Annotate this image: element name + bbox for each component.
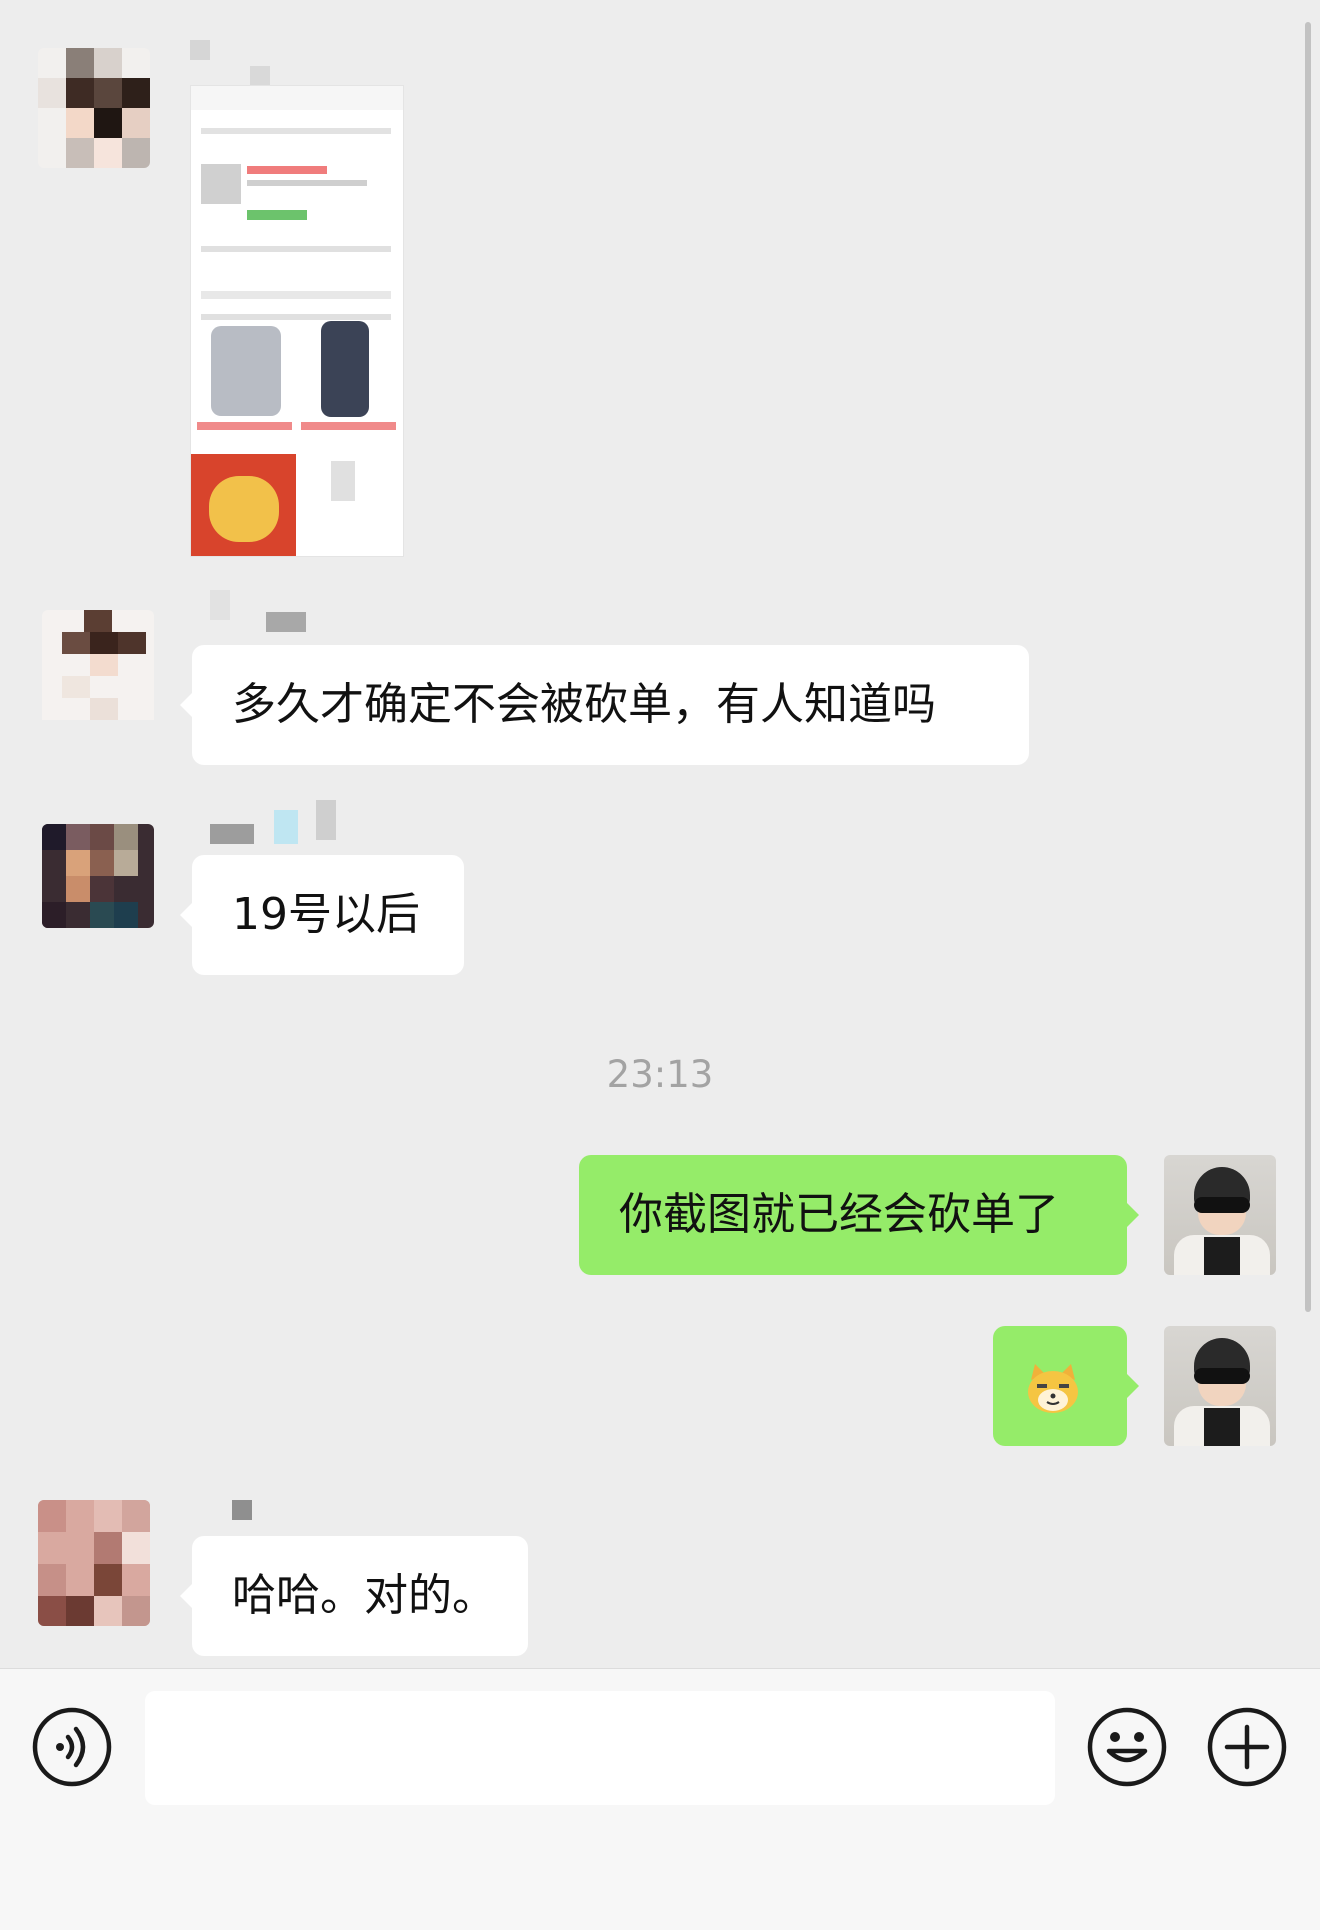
avatar[interactable] [1164, 1326, 1276, 1446]
image-message[interactable] [190, 85, 404, 557]
plus-icon[interactable] [1207, 1707, 1287, 1787]
message-text: 你截图就已经会砍单了 [619, 1189, 1059, 1240]
message-text: 19号以后 [232, 889, 420, 940]
avatar[interactable] [38, 48, 150, 168]
avatar[interactable] [38, 1500, 150, 1626]
message-bubble[interactable]: 你截图就已经会砍单了 [579, 1155, 1139, 1275]
message-bubble[interactable] [993, 1326, 1139, 1446]
voice-icon[interactable] [32, 1707, 112, 1787]
chat-area[interactable]: 多久才确定不会被砍单，有人知道吗 19号以后 23:13 你截图就已经会砍单了 [0, 0, 1320, 1668]
message-bubble[interactable]: 哈哈。对的。 [180, 1536, 528, 1656]
scrollbar[interactable] [1305, 22, 1311, 1312]
input-bar [0, 1668, 1320, 1930]
sender-nickname [190, 40, 320, 86]
sender-nickname [210, 590, 320, 632]
avatar[interactable] [42, 824, 154, 928]
doge-emoji-icon [1028, 1364, 1078, 1413]
smiley-icon[interactable] [1087, 1707, 1167, 1787]
timestamp: 23:13 [606, 1053, 714, 1096]
avatar[interactable] [1164, 1155, 1276, 1275]
message-bubble[interactable]: 19号以后 [180, 855, 464, 975]
message-input[interactable] [145, 1691, 1055, 1805]
sender-nickname [230, 1500, 260, 1530]
message-text: 哈哈。对的。 [232, 1570, 496, 1621]
message-bubble[interactable]: 多久才确定不会被砍单，有人知道吗 [180, 645, 1029, 765]
avatar[interactable] [42, 610, 154, 730]
sender-nickname [210, 800, 340, 844]
message-text: 多久才确定不会被砍单，有人知道吗 [232, 679, 936, 730]
